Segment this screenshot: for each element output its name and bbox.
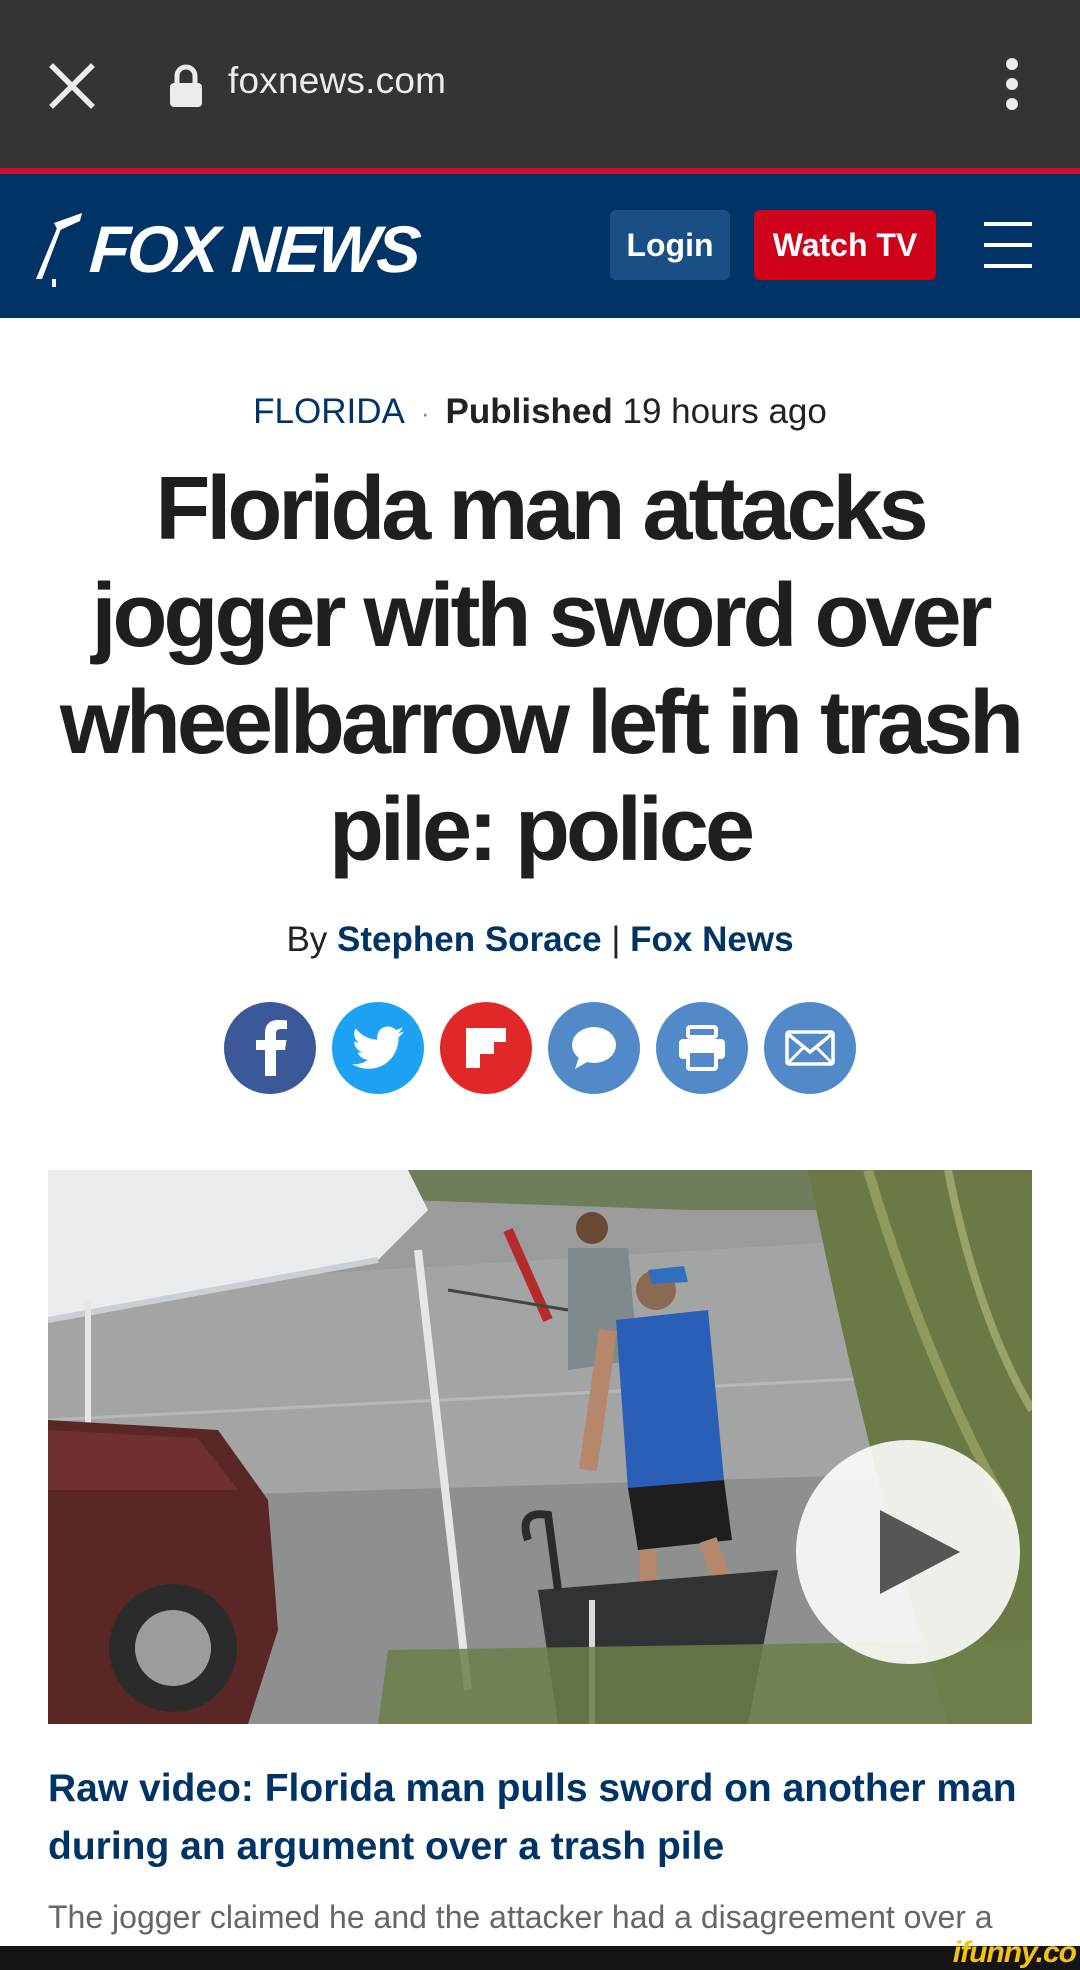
- flipboard-share-button[interactable]: [440, 1002, 532, 1094]
- login-button[interactable]: Login: [610, 210, 730, 280]
- site-header: FOX NEWS Login Watch TV: [0, 174, 1080, 318]
- by-label: By: [286, 920, 328, 959]
- share-buttons: [224, 1002, 856, 1094]
- play-icon: [880, 1510, 960, 1594]
- meta-separator: ·: [420, 398, 430, 429]
- comment-button[interactable]: [548, 1002, 640, 1094]
- logo-mark-icon: [36, 213, 82, 287]
- video-player[interactable]: [48, 1170, 1032, 1724]
- close-icon[interactable]: [42, 56, 102, 116]
- article-meta: FLORIDA · Published 19 hours ago: [0, 392, 1080, 432]
- twitter-share-button[interactable]: [332, 1002, 424, 1094]
- more-vertical-icon[interactable]: [990, 52, 1034, 116]
- outlet-link[interactable]: Fox News: [630, 920, 793, 959]
- email-icon: [785, 1030, 835, 1066]
- facebook-icon: [256, 1020, 287, 1076]
- bottom-bar: [0, 1946, 1080, 1970]
- byline: By Stephen Sorace | Fox News: [0, 920, 1080, 960]
- fox-news-logo[interactable]: FOX NEWS: [34, 204, 421, 294]
- browser-toolbar: foxnews.com: [0, 0, 1080, 168]
- video-description: The jogger claimed he and the attacker h…: [48, 1899, 993, 1935]
- video-title[interactable]: Raw video: Florida man pulls sword on an…: [48, 1760, 1038, 1876]
- comment-icon: [572, 1027, 616, 1069]
- byline-separator: |: [611, 920, 621, 959]
- page-title: Florida man attacks jogger with sword ov…: [59, 459, 1024, 880]
- twitter-icon: [352, 1026, 404, 1069]
- published-label: Published: [445, 392, 613, 431]
- author-link[interactable]: Stephen Sorace: [337, 920, 602, 959]
- watermark-logo: ifunny.co: [952, 1936, 1077, 1969]
- print-icon: [679, 1025, 725, 1071]
- email-share-button[interactable]: [764, 1002, 856, 1094]
- url-text[interactable]: foxnews.com: [228, 60, 446, 102]
- flipboard-icon: [466, 1028, 506, 1068]
- facebook-share-button[interactable]: [224, 1002, 316, 1094]
- watch-tv-button[interactable]: Watch TV: [754, 210, 936, 280]
- published-time: 19 hours ago: [622, 392, 827, 431]
- hamburger-icon[interactable]: [984, 222, 1032, 268]
- category-link[interactable]: FLORIDA: [253, 392, 405, 431]
- logo-text: FOX NEWS: [87, 212, 421, 286]
- lock-icon: [168, 64, 204, 108]
- print-button[interactable]: [656, 1002, 748, 1094]
